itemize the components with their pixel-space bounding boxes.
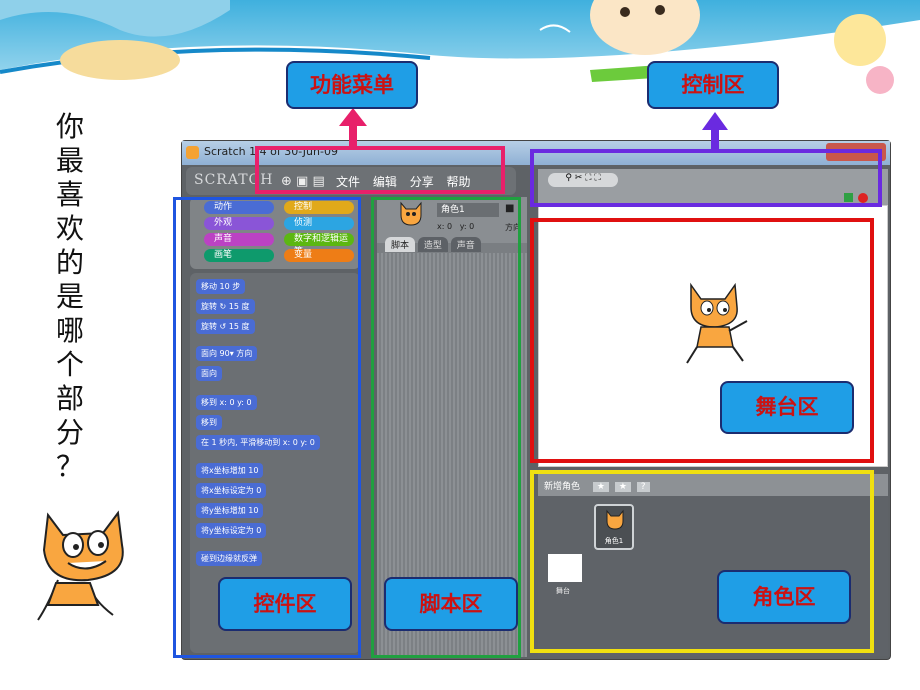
scratch-app-icon [186,146,199,159]
side-char: 喜 [55,178,84,211]
control-highlight-frame [530,149,882,207]
callout-script: 脚本区 [384,577,518,631]
header-decoration [0,0,920,110]
callout-stage: 舞台区 [720,381,854,434]
callout-menu: 功能菜单 [286,61,418,109]
callout-sprites: 角色区 [717,570,851,624]
scratch-cat-illustration [37,510,124,621]
side-char: 你 [55,110,84,143]
side-char: 的 [55,246,84,279]
side-char: 欢 [55,212,84,245]
menu-highlight-frame [255,146,505,194]
side-char: 个 [55,348,84,381]
side-char: 是 [55,280,84,313]
side-char: 分 [55,416,84,449]
sprites-highlight-frame [530,470,874,653]
callout-blocks: 控件区 [218,577,352,631]
side-char: 最 [55,144,84,177]
side-question: 你 最 喜 欢 的 是 哪 个 部 分 ？ [50,110,90,484]
slide: 你 最 喜 欢 的 是 哪 个 部 分 ？ Scratch 1.4 of 30-… [0,0,920,690]
arrow-menu [339,108,367,148]
side-char: 哪 [55,314,84,347]
callout-control: 控制区 [647,61,779,109]
side-char: 部 [55,382,84,415]
side-char: ？ [55,450,84,483]
arrow-control [702,112,728,150]
